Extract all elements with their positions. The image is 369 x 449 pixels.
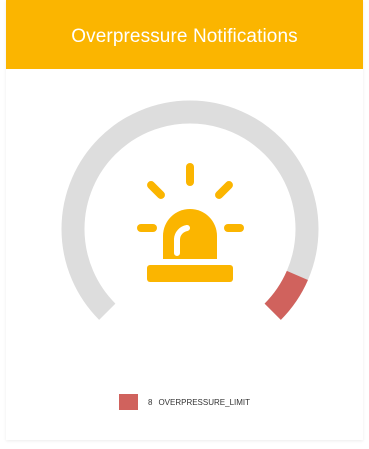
card-title: Overpressure Notifications xyxy=(71,25,298,47)
notifications-card: Overpressure Notifications 8 OVERPRESSUR… xyxy=(6,0,363,440)
legend-swatch[interactable] xyxy=(118,394,138,410)
legend: 8 OVERPRESSURE_LIMIT xyxy=(6,394,363,410)
alarm-siren-icon xyxy=(137,163,244,282)
legend-count: 8 xyxy=(147,397,153,407)
gauge-value-arc[interactable] xyxy=(264,270,308,320)
gauge xyxy=(6,69,363,359)
card-header: Overpressure Notifications xyxy=(6,0,363,69)
legend-label[interactable]: OVERPRESSURE_LIMIT xyxy=(158,398,250,407)
